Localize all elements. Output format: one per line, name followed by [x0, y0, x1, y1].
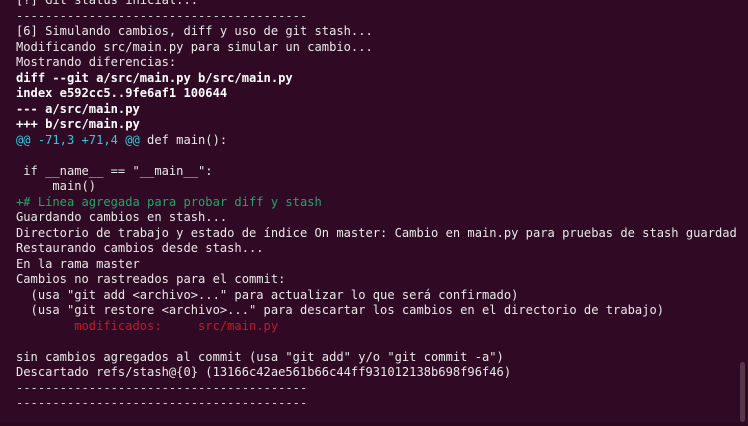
terminal-scrollbar[interactable]	[736, 0, 748, 426]
terminal-line: +# Línea agregada para probar diff y sta…	[16, 195, 734, 211]
terminal-line-text: (usa "git restore <archivo>..." para des…	[16, 303, 665, 317]
terminal-line-text: +# Línea agregada para probar diff y sta…	[16, 194, 322, 209]
terminal-line: Cambios no rastreados para el commit:	[16, 272, 734, 288]
terminal-line: En la rama master	[16, 257, 734, 273]
terminal-line: Descartado refs/stash@{0} (13166c42ae561…	[16, 365, 734, 381]
terminal-line: ----------------------------------------	[16, 396, 734, 412]
scrollbar-thumb[interactable]	[740, 362, 745, 422]
terminal-window[interactable]: [?] Git status inicial... ---------------…	[0, 0, 748, 426]
terminal-line: Guardando cambios en stash...	[16, 210, 734, 226]
terminal-line: diff --git a/src/main.py b/src/main.py	[16, 71, 734, 87]
terminal-line: modificados: src/main.py	[16, 319, 734, 335]
terminal-line: ----------------------------------------	[16, 9, 734, 25]
terminal-line: Directorio de trabajo y estado de índice…	[16, 226, 748, 242]
terminal-line-text: modificados: src/main.py	[16, 318, 279, 333]
terminal-line-text: [?] Git status inicial...	[16, 0, 199, 7]
terminal-line-text: Descartado refs/stash@{0} (13166c42ae561…	[16, 365, 512, 379]
terminal-line-text: En la rama master	[16, 256, 140, 271]
terminal-line-text: +++ b/src/main.py	[16, 117, 140, 131]
terminal-line: --- a/src/main.py	[16, 102, 734, 118]
terminal-line-text: ----------------------------------------	[16, 396, 308, 410]
terminal-line: (usa "git add <archivo>..." para actuali…	[16, 288, 734, 304]
terminal-line: +++ b/src/main.py	[16, 117, 734, 133]
terminal-line-text: if __name__ == "__main__":	[16, 163, 213, 178]
terminal-line: [?] Git status inicial...	[16, 0, 734, 9]
terminal-line: @@ -71,3 +71,4 @@ def main():	[16, 133, 734, 149]
terminal-line-text: index e592cc5..9fe6af1 100644	[16, 86, 228, 100]
terminal-line-text: Mostrando diferencias:	[16, 55, 177, 69]
terminal-line: sin cambios agregados al commit (usa "gi…	[16, 350, 734, 366]
terminal-line-text: Directorio de trabajo y estado de índice…	[16, 225, 748, 240]
terminal-line-text: Guardando cambios en stash...	[16, 210, 228, 224]
terminal-line-text: diff --git a/src/main.py b/src/main.py	[16, 70, 293, 85]
terminal-line: index e592cc5..9fe6af1 100644	[16, 86, 734, 102]
terminal-line: [6] Simulando cambios, diff y uso de git…	[16, 24, 734, 40]
terminal-line-text: ----------------------------------------	[16, 8, 308, 23]
terminal-line-text: [6] Simulando cambios, diff y uso de git…	[16, 24, 373, 38]
terminal-line: if __name__ == "__main__":	[16, 164, 734, 180]
terminal-line: main()	[16, 179, 734, 195]
terminal-line: Modificando src/main.py para simular un …	[16, 40, 734, 56]
terminal-line-text: sin cambios agregados al commit (usa "gi…	[16, 349, 504, 364]
terminal-line-text: ----------------------------------------	[16, 380, 308, 395]
terminal-line-text: --- a/src/main.py	[16, 101, 140, 116]
terminal-line: Mostrando diferencias:	[16, 55, 734, 71]
diff-hunk-context: def main():	[139, 132, 228, 147]
terminal-line-text: Restaurando cambios desde stash...	[16, 241, 264, 255]
terminal-line-text: (usa "git add <archivo>..." para actuali…	[16, 287, 519, 302]
diff-hunk-range: @@ -71,3 +71,4 @@	[16, 132, 140, 147]
terminal-output: [?] Git status inicial... ---------------…	[16, 0, 748, 412]
terminal-line: (usa "git restore <archivo>..." para des…	[16, 303, 734, 319]
terminal-line-text: Modificando src/main.py para simular un …	[16, 39, 373, 54]
terminal-line-text: Cambios no rastreados para el commit:	[16, 272, 286, 286]
terminal-line: Restaurando cambios desde stash...	[16, 241, 734, 257]
terminal-line-text: main()	[16, 179, 97, 193]
terminal-line: ----------------------------------------	[16, 381, 734, 397]
